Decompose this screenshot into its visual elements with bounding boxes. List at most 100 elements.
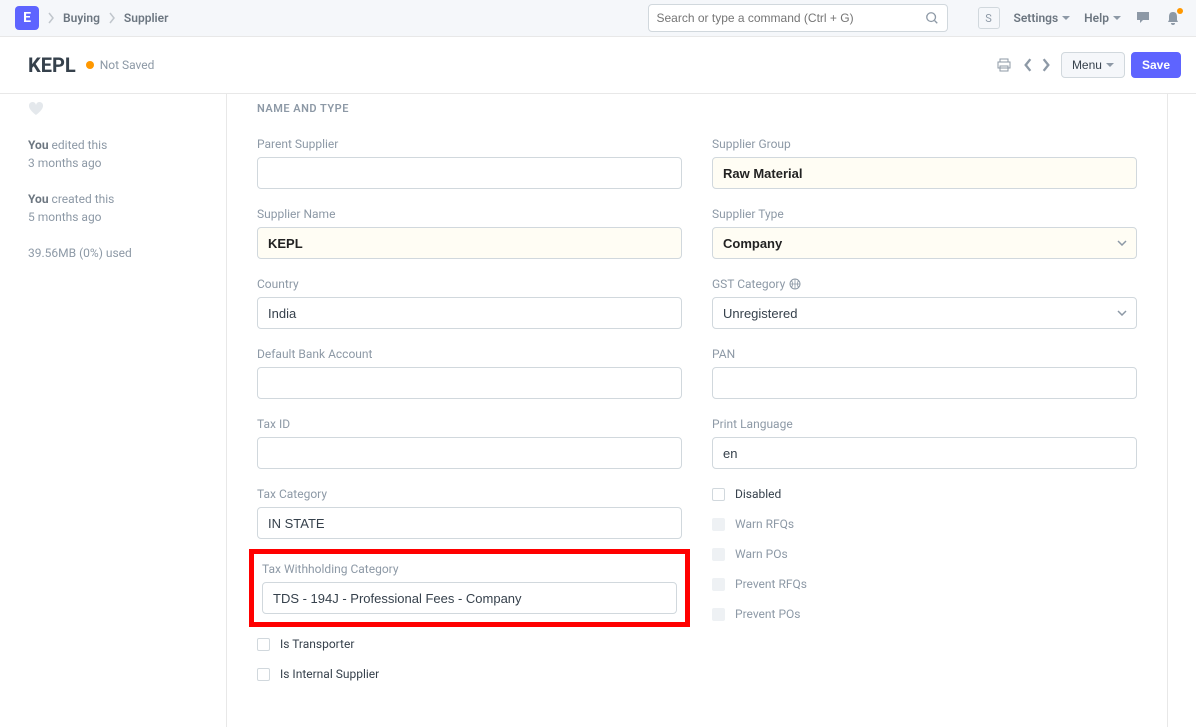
- edit-who: You: [28, 192, 49, 206]
- disabled-checkbox[interactable]: Disabled: [712, 487, 1137, 501]
- supplier-group-label: Supplier Group: [712, 137, 1137, 151]
- status-dot-icon: [86, 61, 94, 69]
- chat-icon[interactable]: [1135, 10, 1151, 26]
- page-body: You edited this 3 months ago You created…: [0, 94, 1196, 727]
- edit-log-item: You created this 5 months ago: [28, 190, 211, 226]
- supplier-name-label: Supplier Name: [257, 207, 682, 221]
- checkbox-icon: [257, 638, 270, 651]
- supplier-type-label: Supplier Type: [712, 207, 1137, 221]
- nav-arrows: [1019, 56, 1055, 74]
- gst-category-select[interactable]: [712, 297, 1137, 329]
- supplier-group-input[interactable]: [712, 157, 1137, 189]
- is-transporter-checkbox[interactable]: Is Transporter: [257, 637, 682, 651]
- prevent-pos-label: Prevent POs: [735, 607, 800, 621]
- edit-action: edited this: [52, 138, 108, 152]
- supplier-type-select[interactable]: [712, 227, 1137, 259]
- tax-category-label: Tax Category: [257, 487, 682, 501]
- navbar-left: E Buying Supplier: [15, 6, 648, 30]
- default-bank-input[interactable]: [257, 367, 682, 399]
- tax-withholding-input[interactable]: [262, 582, 677, 614]
- parent-supplier-group: Parent Supplier: [257, 137, 682, 189]
- user-avatar[interactable]: S: [978, 7, 1000, 29]
- tax-category-input[interactable]: [257, 507, 682, 539]
- tax-withholding-highlight: Tax Withholding Category: [249, 549, 690, 627]
- country-group: Country: [257, 277, 682, 329]
- tax-id-input[interactable]: [257, 437, 682, 469]
- prevent-pos-checkbox[interactable]: Prevent POs: [712, 607, 1137, 621]
- settings-label: Settings: [1014, 11, 1059, 25]
- navbar-right: S Settings Help: [978, 7, 1182, 29]
- tax-id-label: Tax ID: [257, 417, 682, 431]
- disabled-label: Disabled: [735, 487, 781, 501]
- prevent-rfqs-checkbox[interactable]: Prevent RFQs: [712, 577, 1137, 591]
- navbar: E Buying Supplier S Settings Help: [0, 0, 1196, 37]
- globe-icon: [789, 278, 801, 290]
- supplier-name-group: Supplier Name: [257, 207, 682, 259]
- default-bank-group: Default Bank Account: [257, 347, 682, 399]
- app-logo[interactable]: E: [15, 6, 39, 30]
- is-internal-label: Is Internal Supplier: [280, 667, 379, 681]
- edit-when: 5 months ago: [28, 210, 102, 224]
- edit-action: created this: [52, 192, 115, 206]
- menu-button[interactable]: Menu: [1061, 52, 1125, 78]
- like-icon[interactable]: [28, 102, 211, 116]
- is-internal-checkbox[interactable]: Is Internal Supplier: [257, 667, 682, 681]
- checkbox-icon: [712, 608, 725, 621]
- prev-icon[interactable]: [1019, 56, 1037, 74]
- edit-log-item: You edited this 3 months ago: [28, 136, 211, 172]
- chevron-down-icon: [1113, 16, 1121, 20]
- breadcrumb-sep-icon: [108, 12, 116, 24]
- checkbox-icon: [712, 548, 725, 561]
- parent-supplier-label: Parent Supplier: [257, 137, 682, 151]
- breadcrumb-buying[interactable]: Buying: [63, 11, 100, 25]
- supplier-type-group: Supplier Type: [712, 207, 1137, 259]
- print-language-label: Print Language: [712, 417, 1137, 431]
- checkbox-icon: [712, 518, 725, 531]
- global-search[interactable]: [648, 4, 948, 32]
- status-text: Not Saved: [100, 58, 155, 72]
- page-header: KEPL Not Saved Menu Save: [0, 37, 1196, 94]
- tax-category-group: Tax Category: [257, 487, 682, 539]
- country-input[interactable]: [257, 297, 682, 329]
- default-bank-label: Default Bank Account: [257, 347, 682, 361]
- pan-group: PAN: [712, 347, 1137, 399]
- section-label: NAME AND TYPE: [257, 94, 1137, 115]
- country-label: Country: [257, 277, 682, 291]
- tax-withholding-label: Tax Withholding Category: [262, 562, 677, 576]
- warn-pos-checkbox[interactable]: Warn POs: [712, 547, 1137, 561]
- prevent-rfqs-label: Prevent RFQs: [735, 577, 807, 591]
- sidebar: You edited this 3 months ago You created…: [0, 94, 226, 727]
- supplier-name-input[interactable]: [257, 227, 682, 259]
- print-icon[interactable]: [995, 56, 1013, 74]
- warn-rfqs-checkbox[interactable]: Warn RFQs: [712, 517, 1137, 531]
- form-col-right: Supplier Group Supplier Type GST Categor…: [712, 137, 1137, 697]
- breadcrumb-sep-icon: [47, 12, 55, 24]
- chevron-down-icon: [1106, 63, 1114, 67]
- print-language-input[interactable]: [712, 437, 1137, 469]
- pan-input[interactable]: [712, 367, 1137, 399]
- gst-category-label: GST Category: [712, 277, 1137, 291]
- form-col-left: Parent Supplier Supplier Name Country De…: [257, 137, 682, 697]
- is-transporter-label: Is Transporter: [280, 637, 354, 651]
- next-icon[interactable]: [1037, 56, 1055, 74]
- supplier-group-group: Supplier Group: [712, 137, 1137, 189]
- warn-pos-label: Warn POs: [735, 547, 788, 561]
- form-main: NAME AND TYPE Parent Supplier Supplier N…: [226, 94, 1168, 727]
- search-icon: [925, 11, 939, 25]
- search-input[interactable]: [657, 11, 925, 25]
- print-language-group: Print Language: [712, 417, 1137, 469]
- notification-dot-icon: [1177, 8, 1183, 14]
- breadcrumb-supplier[interactable]: Supplier: [124, 11, 169, 25]
- gst-category-group: GST Category: [712, 277, 1137, 329]
- storage-info: 39.56MB (0%) used: [28, 244, 211, 262]
- tax-withholding-group: Tax Withholding Category: [262, 562, 677, 614]
- warn-rfqs-label: Warn RFQs: [735, 517, 794, 531]
- parent-supplier-input[interactable]: [257, 157, 682, 189]
- pan-label: PAN: [712, 347, 1137, 361]
- help-link[interactable]: Help: [1084, 11, 1121, 25]
- save-button[interactable]: Save: [1131, 52, 1181, 78]
- notification-icon[interactable]: [1165, 10, 1181, 26]
- settings-link[interactable]: Settings: [1014, 11, 1071, 25]
- tax-id-group: Tax ID: [257, 417, 682, 469]
- gst-category-label-text: GST Category: [712, 277, 785, 291]
